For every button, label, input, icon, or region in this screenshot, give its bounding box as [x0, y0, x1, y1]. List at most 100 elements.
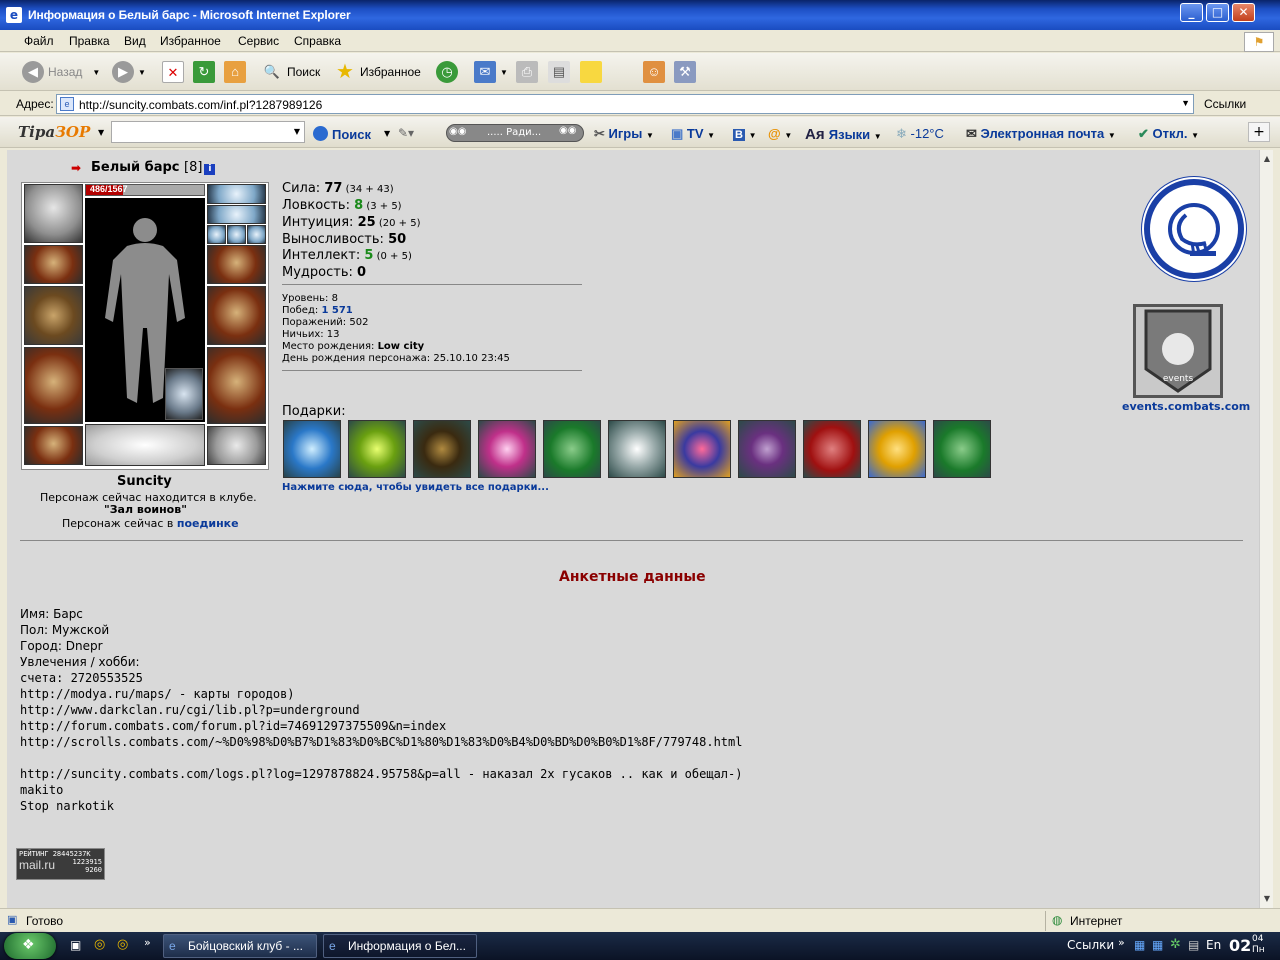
gift-item[interactable]	[348, 420, 406, 478]
print-button[interactable]: ⎙	[516, 59, 542, 85]
quicklaunch-more-icon[interactable]: »	[144, 936, 151, 949]
close-button[interactable]: ✕	[1232, 3, 1255, 22]
tray-green-icon[interactable]: ✲	[1170, 937, 1181, 952]
shield-slot[interactable]	[207, 286, 266, 345]
hp-bar: 486/1567	[85, 184, 205, 196]
menu-view[interactable]: Вид	[124, 34, 146, 48]
gloves-slot[interactable]	[207, 245, 266, 284]
tirazor-search-button[interactable]: Поиск	[313, 126, 371, 142]
menu-file[interactable]: Файл	[24, 34, 54, 48]
research-button[interactable]: ⚒	[674, 59, 700, 85]
search-dropdown-icon[interactable]: ▼	[294, 127, 300, 136]
info-icon[interactable]: i	[204, 164, 216, 175]
gift-item[interactable]	[673, 420, 731, 478]
forward-button[interactable]: ▶ ▼	[112, 59, 146, 85]
email-button[interactable]: ✉ Электронная почта ▼	[966, 126, 1116, 142]
weapon-slot[interactable]	[24, 286, 83, 345]
tray-network-icon[interactable]: ▦	[1134, 938, 1145, 952]
leggings-slot[interactable]	[207, 347, 266, 424]
search-button[interactable]: 🔍 Поиск	[261, 59, 320, 85]
weather-button[interactable]: ❄ -12°C	[896, 126, 944, 142]
mail-button[interactable]: ✉ ▼	[474, 59, 508, 85]
emblem-slot[interactable]	[85, 424, 205, 466]
quicklaunch-chrome2-icon[interactable]: ◎	[117, 937, 128, 952]
radio-player[interactable]: ◉◉ ..... Ради... ◉◉	[446, 124, 584, 142]
clock-hour[interactable]: 02	[1229, 936, 1251, 955]
favorites-button[interactable]: ★ Избранное	[334, 59, 421, 85]
links-button[interactable]: Ссылки	[1204, 97, 1246, 111]
tray-volume-icon[interactable]: ▤	[1188, 938, 1199, 952]
maximize-button[interactable]: □	[1206, 3, 1229, 22]
quicklaunch-desktop-icon[interactable]: ▣	[70, 938, 81, 952]
wins-link[interactable]: 1 571	[321, 305, 352, 316]
tirazor-logo-dropdown-icon[interactable]: ▼	[98, 128, 104, 137]
gift-item[interactable]	[283, 420, 341, 478]
address-input[interactable]: e http://suncity.combats.com/inf.pl?1287…	[56, 94, 1194, 114]
gift-item[interactable]	[478, 420, 536, 478]
gift-item[interactable]	[413, 420, 471, 478]
fight-link[interactable]: поединке	[177, 517, 239, 530]
gift-item[interactable]	[803, 420, 861, 478]
tray-network2-icon[interactable]: ▦	[1152, 938, 1163, 952]
tray-language[interactable]: En	[1206, 938, 1221, 952]
gift-item[interactable]	[738, 420, 796, 478]
tv-button[interactable]: ▣ TV ▼	[671, 126, 715, 142]
clan-emblem-icon[interactable]	[1144, 179, 1244, 279]
earrings-slot[interactable]	[207, 184, 266, 204]
ring-slot-3[interactable]	[247, 225, 266, 244]
ring-slot-1[interactable]	[207, 225, 226, 244]
highlight-icon[interactable]: ✎▾	[398, 126, 414, 140]
tirazor-logo[interactable]: TipaЗОР	[18, 123, 90, 141]
gift-item[interactable]	[543, 420, 601, 478]
events-link[interactable]: events.combats.com	[1122, 400, 1250, 413]
gift-item[interactable]	[933, 420, 991, 478]
ring-slot-2[interactable]	[227, 225, 246, 244]
minimize-button[interactable]: _	[1180, 3, 1203, 22]
belt-slot[interactable]	[24, 426, 83, 465]
task-fight-club[interactable]: e Бойцовский клуб - ...	[163, 934, 317, 958]
history-button[interactable]: ◷	[436, 59, 462, 85]
mailru-counter[interactable]: РЕЙТИНГ 28445237К 1223915 mail.ru 9260	[16, 848, 105, 880]
menu-tools[interactable]: Сервис	[238, 34, 279, 48]
games-button[interactable]: ✂ Игры ▼	[594, 126, 654, 142]
refresh-button[interactable]: ↻	[193, 59, 219, 85]
menu-help[interactable]: Справка	[294, 34, 341, 48]
pet-slot[interactable]	[165, 368, 203, 420]
vertical-scrollbar[interactable]: ▲ ▼	[1259, 150, 1273, 908]
edit-button[interactable]: ▤	[548, 59, 574, 85]
mailru-button[interactable]: @ ▼	[768, 126, 792, 141]
radio-controls-icon[interactable]: ◉◉	[449, 126, 466, 137]
gift-item[interactable]	[868, 420, 926, 478]
boots-slot[interactable]	[207, 426, 266, 465]
tray-more-icon[interactable]: »	[1118, 936, 1125, 949]
armor-slot[interactable]	[24, 347, 83, 424]
languages-button[interactable]: Ая Языки ▼	[805, 126, 882, 143]
back-button[interactable]: ◀ Назад ▼	[22, 59, 100, 85]
start-button[interactable]: ❖	[4, 933, 56, 959]
quicklaunch-chrome-icon[interactable]: ◎	[94, 937, 105, 952]
vk-button[interactable]: B ▼	[733, 126, 757, 141]
all-gifts-link[interactable]: Нажмите сюда, чтобы увидеть все подарки.…	[282, 482, 549, 493]
add-button[interactable]: +	[1248, 122, 1270, 142]
messenger-button[interactable]: ☺	[643, 59, 669, 85]
gift-item[interactable]	[608, 420, 666, 478]
volume-icon[interactable]: ◉◉	[559, 125, 576, 136]
tray-links[interactable]: Ссылки	[1067, 938, 1114, 952]
note-button[interactable]	[580, 59, 606, 85]
off-button[interactable]: ✔ Откл. ▼	[1138, 126, 1199, 142]
scroll-down-icon[interactable]: ▼	[1260, 892, 1274, 906]
task-info[interactable]: e Информация о Бел...	[323, 934, 477, 958]
home-button[interactable]: ⌂	[224, 59, 250, 85]
profile-line: http://www.darkclan.ru/cgi/lib.pl?p=unde…	[20, 703, 360, 717]
helmet-slot[interactable]	[24, 184, 83, 243]
menu-edit[interactable]: Правка	[69, 34, 110, 48]
search-options-dropdown-icon[interactable]: ▼	[384, 129, 390, 138]
bracers-slot[interactable]	[24, 245, 83, 284]
events-banner[interactable]: events	[1133, 304, 1223, 398]
address-dropdown-icon[interactable]: ▼	[1181, 98, 1190, 108]
stop-button[interactable]: ✕	[162, 59, 188, 85]
scroll-up-icon[interactable]: ▲	[1260, 152, 1274, 166]
necklace-slot[interactable]	[207, 205, 266, 224]
tirazor-search-input[interactable]: ▼	[111, 121, 305, 143]
menu-favorites[interactable]: Избранное	[160, 34, 221, 48]
